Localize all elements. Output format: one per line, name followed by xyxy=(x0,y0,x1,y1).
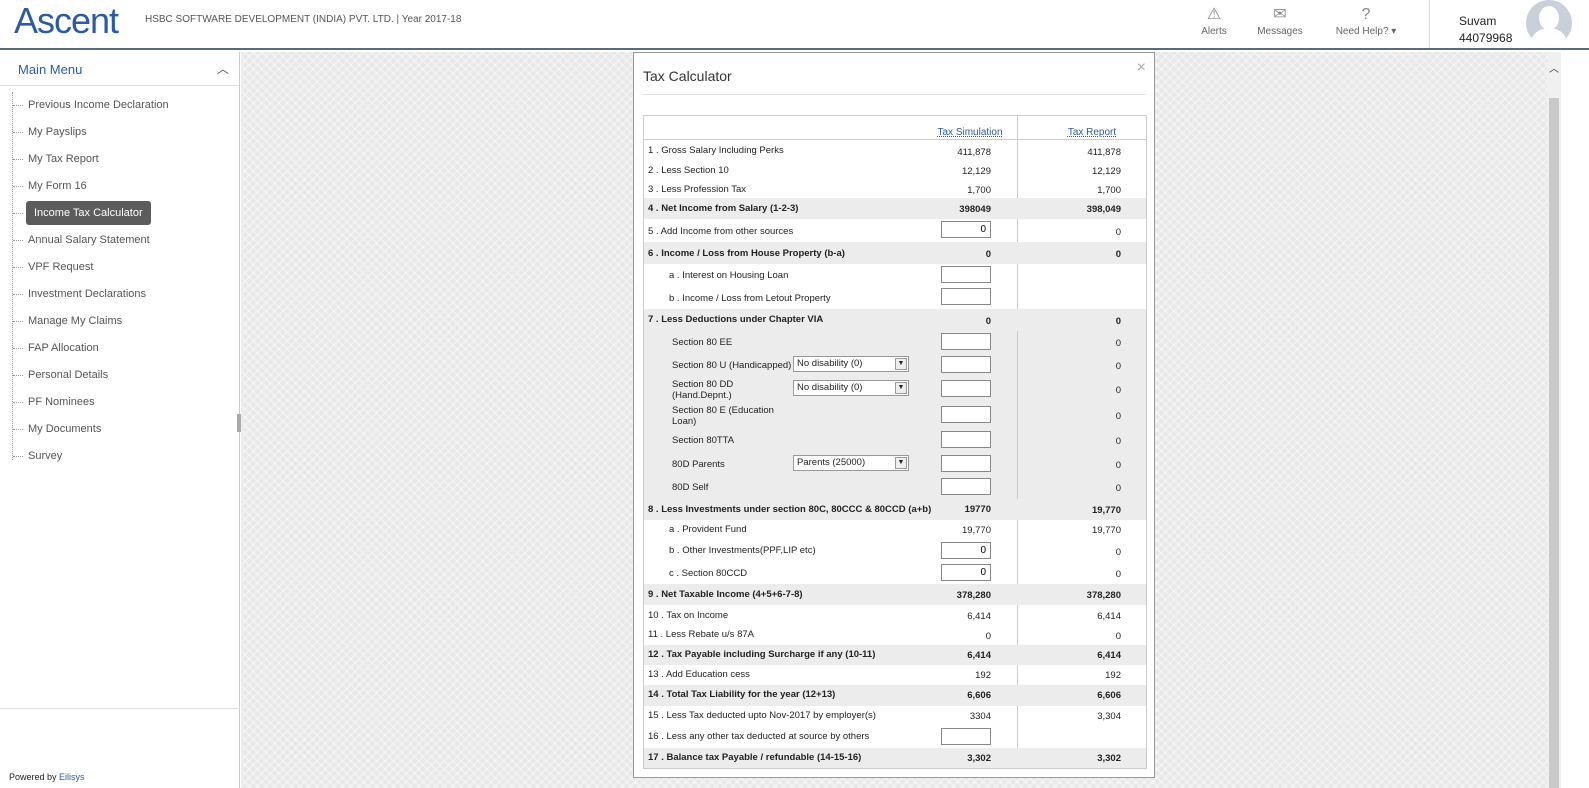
user-name: Suvam xyxy=(1459,14,1497,28)
menu-item-survey[interactable]: Survey xyxy=(0,443,239,470)
menu-item-previous-income[interactable]: Previous Income Declaration xyxy=(0,92,239,119)
alerts-label: Alerts xyxy=(1201,26,1227,37)
eilisys-link[interactable]: Eilisys xyxy=(59,772,85,782)
table-row: 11 . Less Rebate u/s 87A 0 0 xyxy=(648,629,1121,642)
modal-title: Tax Calculator xyxy=(643,68,732,84)
table-row: Section 80 U (Handicapped) No disability… xyxy=(672,356,1121,373)
table-row: 12 . Tax Payable including Surcharge if … xyxy=(644,645,1146,665)
tax-simulation-link[interactable]: Tax Simulation xyxy=(937,127,1002,138)
scroll-thumb[interactable] xyxy=(1549,98,1559,788)
user-info[interactable]: Suvam 44079968 xyxy=(1459,13,1512,47)
menu-item-income-tax-calculator[interactable]: Income Tax Calculator xyxy=(0,200,239,227)
menu-item-payslips[interactable]: My Payslips xyxy=(0,119,239,146)
other-investments-input[interactable] xyxy=(941,542,991,559)
top-header: Ascent HSBC SOFTWARE DEVELOPMENT (INDIA)… xyxy=(0,0,1589,50)
table-row: Section 80 EE 0 xyxy=(644,331,1146,353)
warning-icon: ⚠ xyxy=(1206,6,1222,23)
sidebar-footer: Powered by Eilisys xyxy=(0,708,240,788)
table-row: 13 . Add Education cess 192 192 xyxy=(648,669,1121,681)
powered-by: Powered by Eilisys xyxy=(9,772,85,782)
menu-item-fap-allocation[interactable]: FAP Allocation xyxy=(0,335,239,362)
ascent-logo[interactable]: Ascent xyxy=(14,0,119,42)
question-icon: ? xyxy=(1361,6,1371,23)
tax-calculator-modal: Tax Calculator × Tax Simulation Tax Repo… xyxy=(633,52,1155,778)
messages-button[interactable]: ✉ Messages xyxy=(1250,4,1310,37)
page-scrollbar[interactable]: ︿ xyxy=(1547,52,1561,788)
menu-item-vpf-request[interactable]: VPF Request xyxy=(0,254,239,281)
menu-item-tax-report[interactable]: My Tax Report xyxy=(0,146,239,173)
letout-property-input[interactable] xyxy=(941,288,991,305)
main-menu-header[interactable]: Main Menu ︿ xyxy=(0,52,239,86)
table-row: 9 . Net Taxable Income (4+5+6-7-8) 378,2… xyxy=(644,584,1146,605)
help-label: Need Help? ▾ xyxy=(1335,26,1397,37)
table-row: b . Other Investments(PPF,LIP etc) 0 xyxy=(644,539,1146,561)
chevron-down-icon: ▼ xyxy=(895,358,907,370)
table-row: 3 . Less Profession Tax 1,700 1,700 xyxy=(648,184,1121,196)
table-row: 14 . Total Tax Liability for the year (1… xyxy=(644,685,1146,706)
section-80tta-input[interactable] xyxy=(941,431,991,448)
table-row: 4 . Net Income from Salary (1-2-3) 39804… xyxy=(644,198,1146,219)
table-row: 1 . Gross Salary Including Perks 411,878… xyxy=(648,145,1121,158)
section-80ccd-input[interactable] xyxy=(941,564,991,581)
menu-list: Previous Income Declaration My Payslips … xyxy=(0,86,239,470)
table-row: c . Section 80CCD 0 xyxy=(644,561,1146,584)
housing-loan-interest-input[interactable] xyxy=(941,266,991,283)
table-row: Section 80 E (Education Loan) 0 xyxy=(672,405,1121,427)
menu-item-documents[interactable]: My Documents xyxy=(0,416,239,443)
80d-parents-input[interactable] xyxy=(941,455,991,472)
table-row: 10 . Tax on Income 6,414 6,414 xyxy=(648,610,1121,622)
menu-item-form-16[interactable]: My Form 16 xyxy=(0,173,239,200)
sidebar: Main Menu ︿ Previous Income Declaration … xyxy=(0,52,240,788)
menu-item-investment-declarations[interactable]: Investment Declarations xyxy=(0,281,239,308)
chevron-up-icon[interactable]: ︿ xyxy=(217,60,229,77)
section-80u-select[interactable]: No disability (0) ▼ xyxy=(793,356,909,372)
other-tds-input[interactable] xyxy=(941,728,991,745)
80d-self-input[interactable] xyxy=(941,478,991,495)
user-id: 44079968 xyxy=(1459,31,1513,45)
section-80ee-input[interactable] xyxy=(941,333,991,350)
section-80dd-select[interactable]: No disability (0) ▼ xyxy=(793,380,909,396)
table-row: Section 80TTA 0 xyxy=(644,428,1146,452)
tax-report-link[interactable]: Tax Report xyxy=(1068,127,1116,138)
menu-item-personal-details[interactable]: Personal Details xyxy=(0,362,239,389)
messages-label: Messages xyxy=(1257,26,1303,37)
section-80dd-input[interactable] xyxy=(941,380,991,397)
chevron-down-icon: ▼ xyxy=(895,457,907,469)
table-row: 8 . Less Investments under section 80C, … xyxy=(644,499,1146,520)
close-icon[interactable]: × xyxy=(1137,59,1146,77)
menu-item-pf-nominees[interactable]: PF Nominees xyxy=(0,389,239,416)
section-80e-input[interactable] xyxy=(941,406,991,423)
mail-icon: ✉ xyxy=(1273,6,1287,23)
chevron-down-icon: ▼ xyxy=(895,382,907,394)
table-row: Section 80 DD (Hand.Depnt.) No disabilit… xyxy=(672,379,1121,401)
tax-table: Tax Simulation Tax Report 1 . Gross Sala… xyxy=(643,115,1147,769)
main-menu-title: Main Menu xyxy=(18,62,83,77)
other-income-input[interactable] xyxy=(941,221,991,238)
table-row: 2 . Less Section 10 12,129 12,129 xyxy=(648,165,1121,177)
header-divider xyxy=(1429,0,1430,48)
table-row: 6 . Income / Loss from House Property (b… xyxy=(644,242,1146,264)
scroll-up-icon[interactable]: ︿ xyxy=(1549,60,1559,75)
table-header: Tax Simulation Tax Report xyxy=(644,116,1146,140)
table-row: 15 . Less Tax deducted upto Nov-2017 by … xyxy=(648,710,1121,722)
need-help-button[interactable]: ? Need Help? ▾ xyxy=(1328,4,1404,37)
80d-parents-select[interactable]: Parents (25000) ▼ xyxy=(793,455,909,471)
table-row: 16 . Less any other tax deducted at sour… xyxy=(644,726,1146,748)
table-row: a . Interest on Housing Loan xyxy=(644,264,1146,286)
avatar-icon[interactable] xyxy=(1526,0,1572,46)
table-row: 5 . Add Income from other sources 0 xyxy=(644,219,1146,242)
company-info: HSBC SOFTWARE DEVELOPMENT (INDIA) PVT. L… xyxy=(145,14,462,25)
menu-item-salary-statement[interactable]: Annual Salary Statement xyxy=(0,227,239,254)
table-row: 80D Self 0 xyxy=(644,475,1146,499)
menu-item-manage-claims[interactable]: Manage My Claims xyxy=(0,308,239,335)
table-row: b . Income / Loss from Letout Property xyxy=(644,286,1146,309)
table-row: 80D Parents Parents (25000) ▼ 0 xyxy=(672,455,1121,472)
table-row: 7 . Less Deductions under Chapter VIA 0 … xyxy=(644,309,1146,331)
table-row: 17 . Balance tax Payable / refundable (1… xyxy=(644,748,1146,768)
section-80u-input[interactable] xyxy=(941,356,991,373)
table-row: a . Provident Fund 19,770 19,770 xyxy=(669,524,1121,536)
alerts-button[interactable]: ⚠ Alerts xyxy=(1184,4,1244,37)
